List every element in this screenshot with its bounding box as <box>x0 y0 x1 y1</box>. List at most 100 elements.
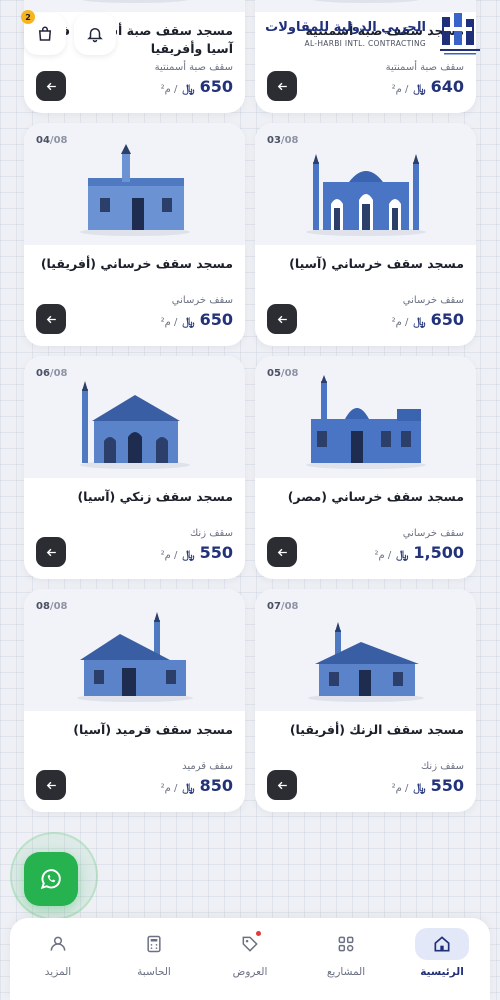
products-grid: مسجد سقف صبة أسمنتية سقف صبة أسمنتية 640 ﷼ /… <box>24 0 476 812</box>
card-footer: 650 ﷼ / م² <box>267 304 464 334</box>
nav-label: الحاسبة <box>137 966 171 978</box>
card-footer: 650 ﷼ / م² <box>36 71 233 101</box>
card-title: مسجد سقف الزنك (أفريقيا) <box>289 722 464 737</box>
card-counter: 03/08 <box>267 135 299 146</box>
currency-symbol: ﷼ <box>182 81 195 95</box>
nav-label: الرئيسية <box>420 966 464 978</box>
nav-item-user[interactable]: المزيد <box>13 928 103 978</box>
open-details-button[interactable] <box>267 71 297 101</box>
arrow-left-icon <box>46 781 56 789</box>
nav-label: العروض <box>232 966 268 978</box>
card-title: مسجد سقف قرميد (آسيا) <box>73 722 233 737</box>
open-details-button[interactable] <box>267 537 297 567</box>
currency-symbol: ﷼ <box>413 314 426 328</box>
mosque-product-card[interactable]: 03/08 مسجد سقف خرساني (آسيا) سقف خرساني 650… <box>255 123 476 346</box>
card-counter: 05/08 <box>267 368 299 379</box>
nav-icon-wrap <box>415 928 469 960</box>
price: 650 ﷼ / م² <box>161 310 233 329</box>
price: 650 ﷼ / م² <box>161 77 233 96</box>
mosque-product-card[interactable]: 06/08 مسجد سقف زنكي (آسيا) سقف زنك 550 ﷼ / م² <box>24 356 245 579</box>
open-details-button[interactable] <box>267 770 297 800</box>
bottom-navigation: الرئيسية المشاريع العروض الحاسبة المزيد <box>10 918 490 1000</box>
home-icon <box>434 936 450 952</box>
price-value: 650 <box>430 309 464 329</box>
nav-item-calculator[interactable]: الحاسبة <box>109 928 199 978</box>
price: 650 ﷼ / م² <box>392 310 464 329</box>
card-footer: 850 ﷼ / م² <box>36 770 233 800</box>
nav-item-grid[interactable]: المشاريع <box>301 928 391 978</box>
price-unit: / م² <box>160 316 178 328</box>
mosque-image: 04/08 <box>24 123 245 245</box>
nav-label: المزيد <box>44 966 72 978</box>
price-unit: / م² <box>374 549 392 561</box>
price-unit: / م² <box>160 782 178 794</box>
mosque-product-card[interactable]: 04/08 مسجد سقف خرساني (أفريقيا) سقف خرساني… <box>24 123 245 346</box>
currency-symbol: ﷼ <box>413 81 426 95</box>
cart-count-badge: 2 <box>21 10 35 24</box>
card-counter: 04/08 <box>36 135 68 146</box>
price-value: 640 <box>430 76 464 96</box>
mosque-image: 07/08 <box>255 589 476 711</box>
price-unit: / م² <box>160 549 178 561</box>
mosque-image: 03/08 <box>255 123 476 245</box>
arrow-left-icon <box>46 82 56 90</box>
header-actions: 2 <box>21 10 116 55</box>
arrow-left-icon <box>277 82 287 90</box>
price-value: 650 <box>199 76 233 96</box>
cart-button[interactable]: 2 <box>21 10 66 55</box>
nav-item-home[interactable]: الرئيسية <box>397 928 487 978</box>
price-unit: / م² <box>391 316 409 328</box>
mosque-product-card[interactable]: 08/08 مسجد سقف قرميد (آسيا) سقف قرميد 850 ﷼ /… <box>24 589 245 812</box>
whatsapp-button[interactable] <box>24 852 78 906</box>
mosque-image: 05/08 <box>255 356 476 478</box>
mosque-product-card[interactable]: 07/08 مسجد سقف الزنك (أفريقيا) سقف زنك 550 ﷼… <box>255 589 476 812</box>
open-details-button[interactable] <box>36 71 66 101</box>
mosque-image: 06/08 <box>24 356 245 478</box>
grid-icon <box>338 936 354 952</box>
arrow-left-icon <box>277 315 287 323</box>
nav-label: المشاريع <box>326 966 366 978</box>
price-unit: / م² <box>160 83 178 95</box>
card-footer: 650 ﷼ / م² <box>36 304 233 334</box>
brand-name-arabic: الحربي الدولية للمقاولات <box>265 20 426 35</box>
card-counter: 08/08 <box>36 601 68 612</box>
price: 850 ﷼ / م² <box>161 776 233 795</box>
card-title: مسجد سقف خرساني (أفريقيا) <box>40 256 233 271</box>
price-value: 1,500 <box>413 542 464 562</box>
nav-icon-wrap <box>319 928 373 960</box>
card-footer: 550 ﷼ / م² <box>267 770 464 800</box>
notifications-button[interactable] <box>74 13 116 55</box>
open-details-button[interactable] <box>36 304 66 334</box>
shopping-bag-icon <box>38 26 52 41</box>
nav-icon-wrap <box>127 928 181 960</box>
open-details-button[interactable] <box>267 304 297 334</box>
calculator-icon <box>147 935 161 953</box>
price: 550 ﷼ / م² <box>392 776 464 795</box>
card-title: مسجد سقف خرساني (مصر) <box>287 489 464 504</box>
card-footer: 550 ﷼ / م² <box>36 537 233 567</box>
price-unit: / م² <box>391 782 409 794</box>
open-details-button[interactable] <box>36 537 66 567</box>
open-details-button[interactable] <box>36 770 66 800</box>
card-title: مسجد سقف خرساني (آسيا) <box>289 256 464 271</box>
arrow-left-icon <box>277 781 287 789</box>
arrow-left-icon <box>277 548 287 556</box>
arrow-left-icon <box>46 315 56 323</box>
card-counter: 07/08 <box>267 601 299 612</box>
nav-icon-wrap <box>31 928 85 960</box>
price-value: 550 <box>430 775 464 795</box>
price: 640 ﷼ / م² <box>392 77 464 96</box>
currency-symbol: ﷼ <box>182 780 195 794</box>
new-offers-dot <box>256 931 261 936</box>
brand-name-english: AL-HARBI INTL. CONTRACTING <box>304 39 426 48</box>
mosque-image: 08/08 <box>24 589 245 711</box>
mosque-product-card[interactable]: 05/08 مسجد سقف خرساني (مصر) سقف خرساني 1,50… <box>255 356 476 579</box>
app-header: 2 الحربي الدولية للمقاولات AL-HARBI INTL… <box>0 0 500 68</box>
nav-item-tag[interactable]: العروض <box>205 928 295 978</box>
user-icon <box>50 936 66 951</box>
bell-icon <box>87 28 103 43</box>
company-logo <box>440 13 480 55</box>
currency-symbol: ﷼ <box>182 314 195 328</box>
price: 1,500 ﷼ / م² <box>374 543 464 562</box>
products-scroll-area[interactable]: مسجد سقف صبة أسمنتية سقف صبة أسمنتية 640 ﷼ /… <box>0 0 500 918</box>
